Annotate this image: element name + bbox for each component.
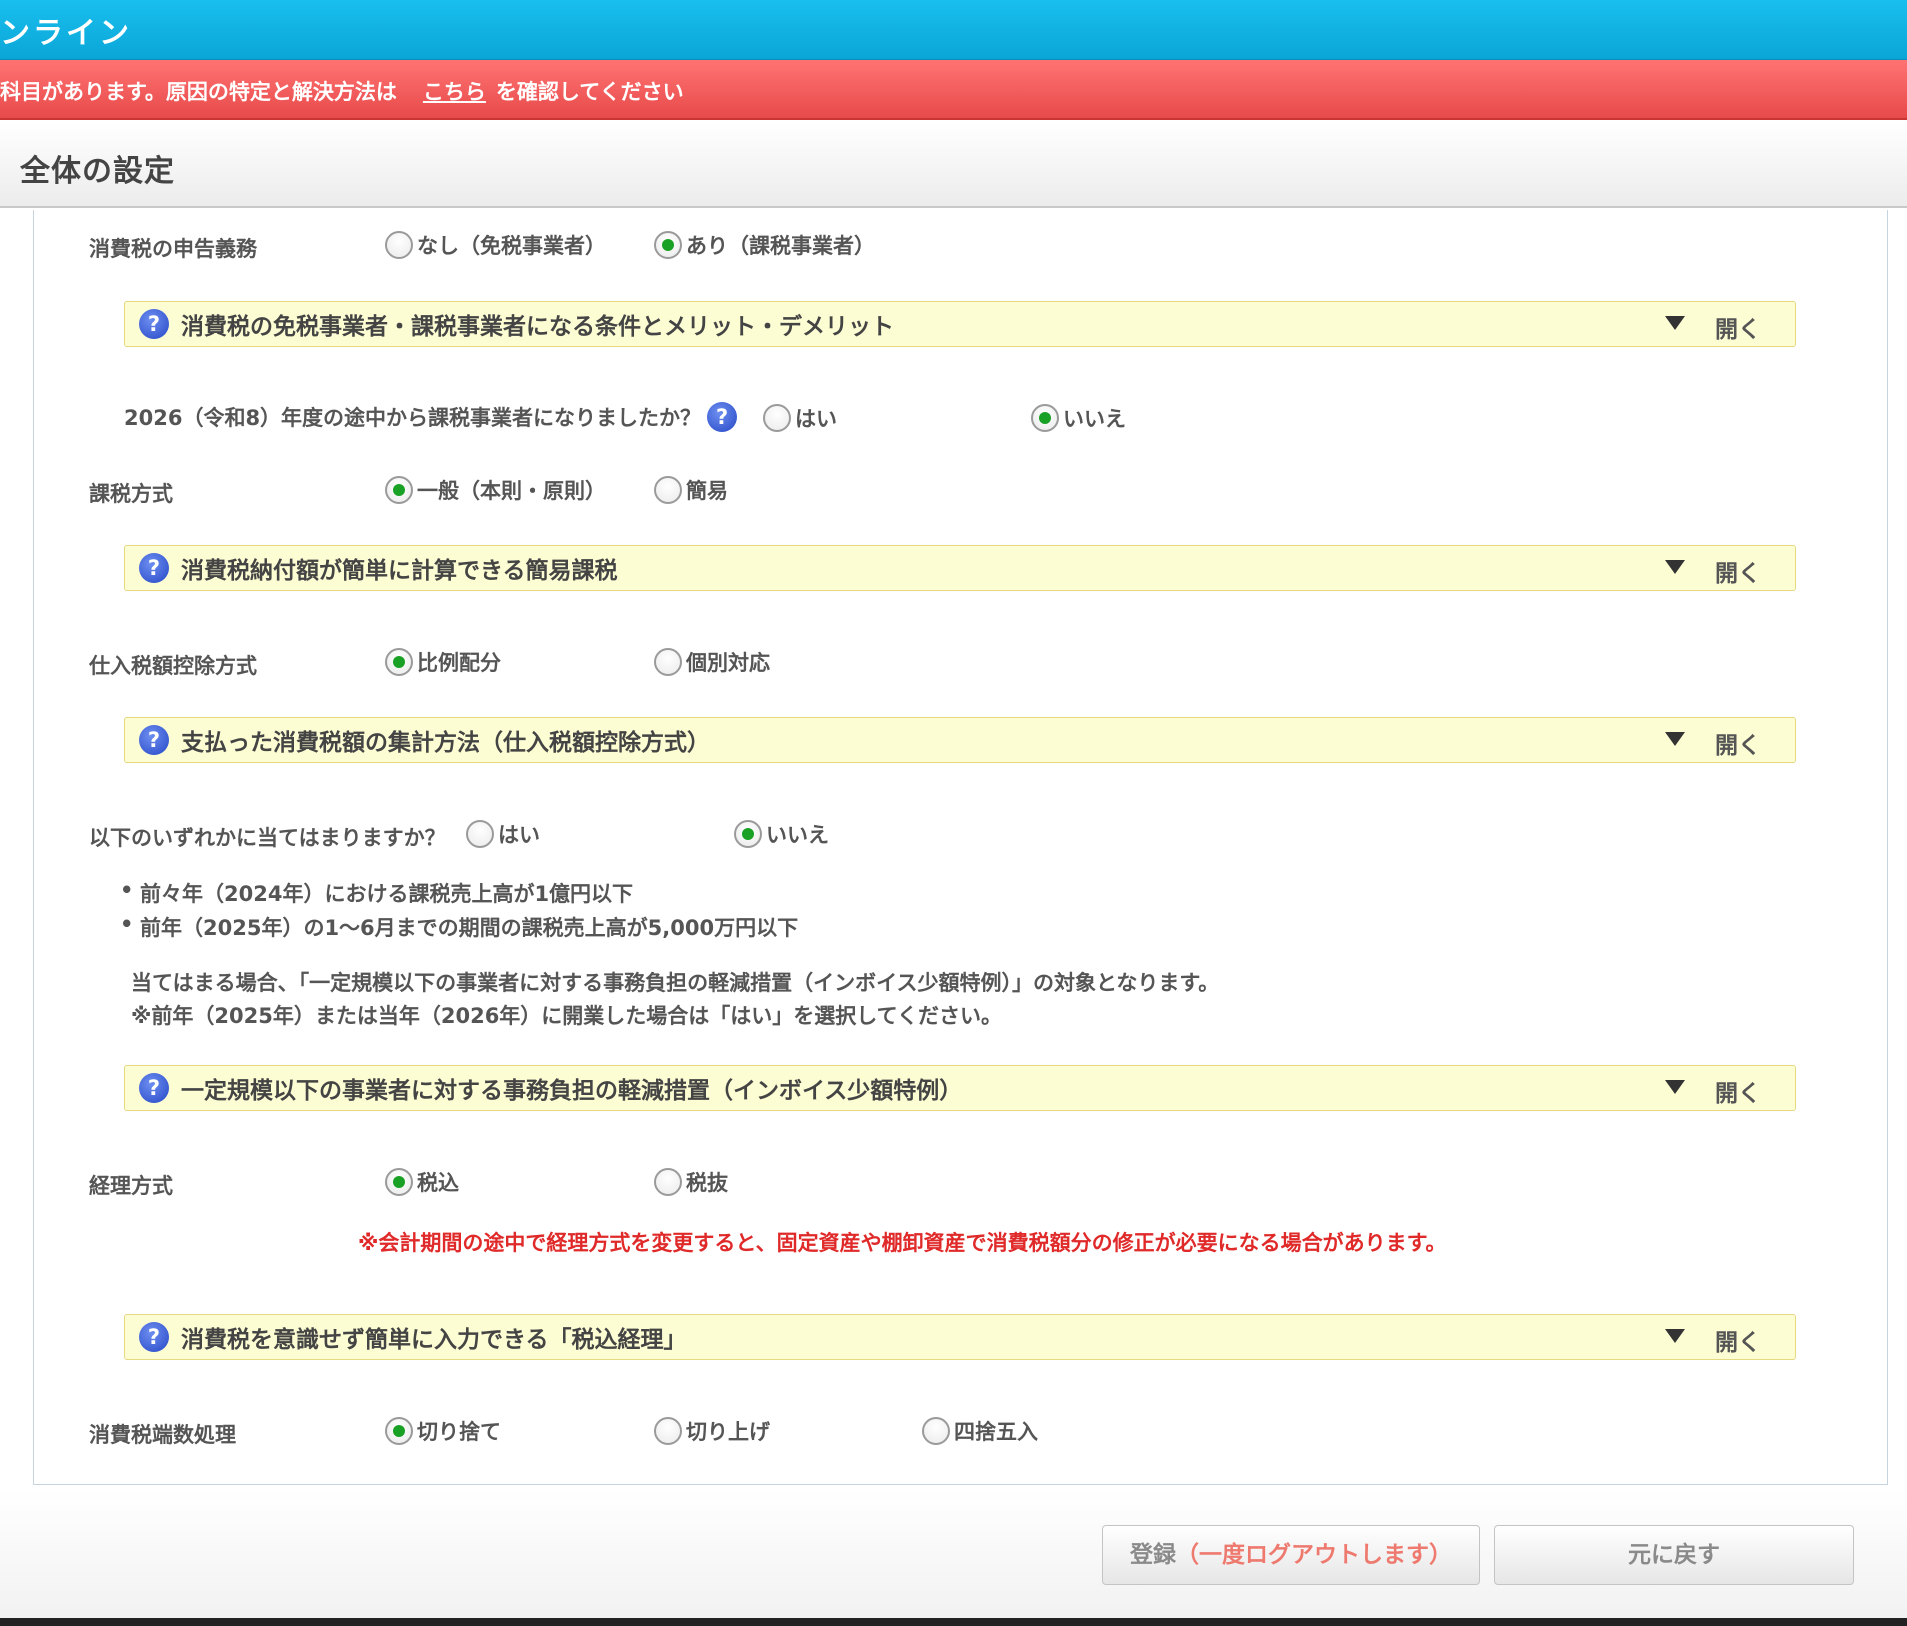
smallbiz-note-1: 当てはまる場合、「一定規模以下の事業者に対する事務負担の軽減措置（インボイス少額…: [131, 971, 1220, 995]
radio-icon[interactable]: [466, 820, 494, 848]
smallbiz-label: 以下のいずれかに当てはまりますか？: [89, 826, 446, 850]
midyear-question: 2026（令和8）年度の途中から課税事業者になりましたか？ ?: [124, 402, 738, 432]
method-option-simple[interactable]: 簡易: [654, 475, 728, 505]
rounding-option-down-label: 切り捨て: [417, 1420, 501, 1444]
midyear-option-yes[interactable]: はい: [763, 403, 837, 433]
triangle-down-icon: [1665, 732, 1685, 746]
bottom-edge: [0, 1618, 1907, 1626]
accordion-exemption[interactable]: ? 消費税の免税事業者・課税事業者になる条件とメリット・デメリット 開く: [124, 301, 1796, 347]
radio-icon[interactable]: [385, 1168, 413, 1196]
alert-suffix: を確認してください: [495, 80, 684, 104]
radio-icon[interactable]: [1031, 404, 1059, 432]
method-option-general[interactable]: 一般（本則・原則）: [385, 475, 606, 505]
accordion-open-label[interactable]: 開く: [1715, 1074, 1761, 1108]
alert-link[interactable]: こちら: [423, 80, 486, 104]
accordion-open-label[interactable]: 開く: [1715, 726, 1761, 760]
accordion-open-label[interactable]: 開く: [1715, 554, 1761, 588]
triangle-down-icon: [1665, 1080, 1685, 1094]
radio-icon[interactable]: [654, 476, 682, 504]
filing-option-none-label: なし（免税事業者）: [417, 234, 606, 258]
radio-icon[interactable]: [654, 648, 682, 676]
smallbiz-bullet-2: 前年（2025年）の1〜6月までの期間の課税売上高が5,000万円以下: [120, 912, 798, 942]
radio-icon[interactable]: [385, 476, 413, 504]
accounting-option-inclusive[interactable]: 税込: [385, 1167, 459, 1197]
accordion-tax-inclusive-title: 消費税を意識せず簡単に入力できる「税込経理」: [181, 1327, 687, 1353]
method-option-simple-label: 簡易: [686, 479, 728, 503]
rounding-label: 消費税端数処理: [89, 1423, 236, 1447]
smallbiz-option-yes[interactable]: はい: [466, 819, 540, 849]
accordion-exemption-title: 消費税の免税事業者・課税事業者になる条件とメリット・デメリット: [181, 314, 894, 340]
accounting-warning: ※会計期間の途中で経理方式を変更すると、固定資産や棚卸資産で消費税額分の修正が必…: [358, 1231, 1447, 1255]
help-icon[interactable]: ?: [139, 725, 169, 755]
radio-icon[interactable]: [385, 1417, 413, 1445]
register-button-label: 登録: [1130, 1542, 1176, 1568]
accordion-simple-tax-title: 消費税納付額が簡単に計算できる簡易課税: [181, 558, 618, 584]
rounding-option-half-label: 四捨五入: [954, 1420, 1038, 1444]
filing-label: 消費税の申告義務: [89, 237, 257, 261]
radio-icon[interactable]: [654, 1417, 682, 1445]
accordion-simple-tax[interactable]: ? 消費税納付額が簡単に計算できる簡易課税 開く: [124, 545, 1796, 591]
midyear-option-no-label: いいえ: [1063, 407, 1126, 431]
accounting-label: 経理方式: [89, 1174, 173, 1198]
accounting-option-inclusive-label: 税込: [417, 1171, 459, 1195]
midyear-label: 2026（令和8）年度の途中から課税事業者になりましたか？: [124, 406, 702, 430]
filing-option-none[interactable]: なし（免税事業者）: [385, 230, 606, 260]
smallbiz-option-yes-label: はい: [498, 823, 540, 847]
alert-message: 科目があります。原因の特定と解決方法は こちら を確認してください: [0, 76, 684, 106]
deduction-option-individual-label: 個別対応: [686, 651, 770, 675]
accounting-option-exclusive-label: 税抜: [686, 1171, 728, 1195]
help-icon[interactable]: ?: [139, 1073, 169, 1103]
help-icon[interactable]: ?: [139, 1322, 169, 1352]
method-option-general-label: 一般（本則・原則）: [417, 479, 606, 503]
method-label: 課税方式: [89, 482, 173, 506]
accordion-tax-inclusive[interactable]: ? 消費税を意識せず簡単に入力できる「税込経理」 開く: [124, 1314, 1796, 1360]
accordion-invoice[interactable]: ? 一定規模以下の事業者に対する事務負担の軽減措置（インボイス少額特例） 開く: [124, 1065, 1796, 1111]
triangle-down-icon: [1665, 560, 1685, 574]
deduction-option-proportional-label: 比例配分: [417, 651, 501, 675]
app-header: ンライン: [0, 0, 1907, 60]
rounding-option-up-label: 切り上げ: [686, 1420, 770, 1444]
register-button[interactable]: 登録（一度ログアウトします）: [1102, 1525, 1480, 1585]
triangle-down-icon: [1665, 316, 1685, 330]
section-title: 全体の設定: [20, 154, 175, 189]
rounding-option-up[interactable]: 切り上げ: [654, 1416, 770, 1446]
section-header: 全体の設定: [0, 122, 1907, 208]
filing-option-yes[interactable]: あり（課税事業者）: [654, 230, 875, 260]
register-button-note: （一度ログアウトします）: [1176, 1542, 1452, 1568]
accordion-open-label[interactable]: 開く: [1715, 310, 1761, 344]
deduction-option-individual[interactable]: 個別対応: [654, 647, 770, 677]
rounding-option-down[interactable]: 切り捨て: [385, 1416, 501, 1446]
rounding-option-half[interactable]: 四捨五入: [922, 1416, 1038, 1446]
accordion-open-label[interactable]: 開く: [1715, 1323, 1761, 1357]
smallbiz-bullet-1: 前々年（2024年）における課税売上高が1億円以下: [120, 878, 633, 908]
smallbiz-option-no[interactable]: いいえ: [734, 819, 829, 849]
midyear-option-no[interactable]: いいえ: [1031, 403, 1126, 433]
smallbiz-option-no-label: いいえ: [766, 823, 829, 847]
midyear-option-yes-label: はい: [795, 407, 837, 431]
accordion-deduction[interactable]: ? 支払った消費税額の集計方法（仕入税額控除方式） 開く: [124, 717, 1796, 763]
radio-icon[interactable]: [385, 231, 413, 259]
revert-button[interactable]: 元に戻す: [1494, 1525, 1854, 1585]
accounting-option-exclusive[interactable]: 税抜: [654, 1167, 728, 1197]
help-icon[interactable]: ?: [707, 402, 738, 432]
radio-icon[interactable]: [654, 231, 682, 259]
radio-icon[interactable]: [734, 820, 762, 848]
deduction-label: 仕入税額控除方式: [89, 654, 257, 678]
smallbiz-note-2: ※前年（2025年）または当年（2026年）に開業した場合は「はい」を選択してく…: [131, 1004, 1003, 1028]
radio-icon[interactable]: [763, 404, 791, 432]
deduction-option-proportional[interactable]: 比例配分: [385, 647, 501, 677]
help-icon[interactable]: ?: [139, 553, 169, 583]
footer-bar: 登録（一度ログアウトします） 元に戻す: [0, 1487, 1907, 1626]
help-icon[interactable]: ?: [139, 309, 169, 339]
radio-icon[interactable]: [654, 1168, 682, 1196]
alert-banner: 科目があります。原因の特定と解決方法は こちら を確認してください: [0, 60, 1907, 120]
filing-option-yes-label: あり（課税事業者）: [686, 234, 875, 258]
radio-icon[interactable]: [385, 648, 413, 676]
accordion-invoice-title: 一定規模以下の事業者に対する事務負担の軽減措置（インボイス少額特例）: [181, 1078, 963, 1104]
triangle-down-icon: [1665, 1329, 1685, 1343]
app-title: ンライン: [0, 16, 132, 51]
alert-prefix: 科目があります。原因の特定と解決方法は: [0, 80, 397, 104]
radio-icon[interactable]: [922, 1417, 950, 1445]
accordion-deduction-title: 支払った消費税額の集計方法（仕入税額控除方式）: [181, 730, 710, 756]
